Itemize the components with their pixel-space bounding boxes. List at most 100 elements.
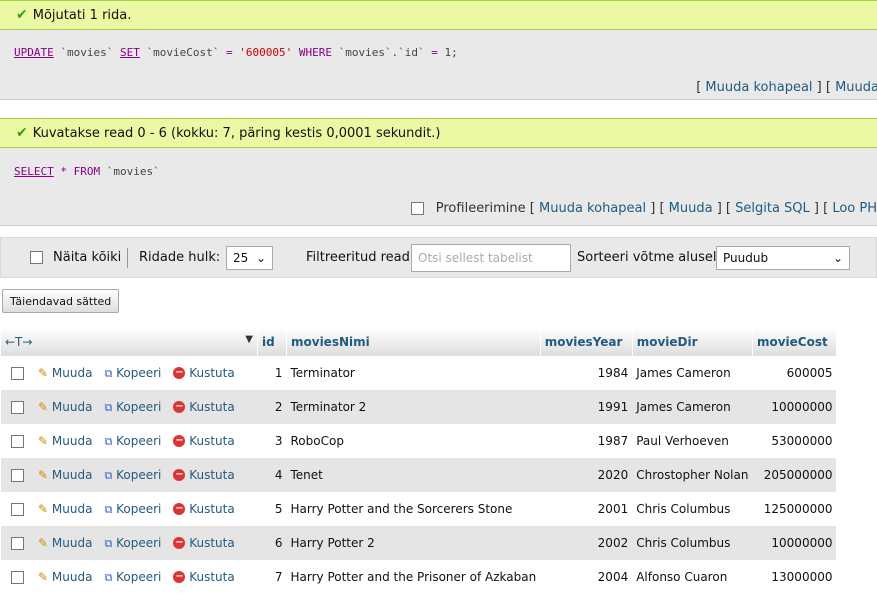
- cell-id[interactable]: 6: [257, 526, 287, 560]
- sort-value: Puudub: [723, 250, 769, 265]
- query-links: [ Muuda kohapeal ] [ Muuda: [696, 80, 877, 95]
- copy-row-link[interactable]: Kopeeri: [116, 400, 161, 414]
- cell-id[interactable]: 5: [257, 492, 287, 526]
- edit-row-link[interactable]: Muuda: [52, 366, 93, 380]
- cell-movieDir[interactable]: Chrostopher Nolan: [632, 458, 753, 492]
- cell-moviesNimi[interactable]: Tenet: [286, 458, 541, 492]
- delete-row-link[interactable]: Kustuta: [189, 400, 235, 414]
- cell-moviesYear[interactable]: 1984: [540, 356, 633, 390]
- show-all-checkbox[interactable]: [30, 251, 43, 264]
- cell-id[interactable]: 4: [257, 458, 287, 492]
- cell-movieDir[interactable]: Chris Columbus: [632, 492, 753, 526]
- edit-row-link[interactable]: Muuda: [52, 502, 93, 516]
- row-actions: ✎ Muuda ⧉ Kopeeri − Kustuta: [1, 424, 258, 458]
- edit-link[interactable]: Muuda: [669, 201, 713, 216]
- sql-identifier: `movies`: [60, 46, 114, 59]
- sql-keyword[interactable]: UPDATE: [14, 46, 54, 59]
- cell-moviesYear[interactable]: 2004: [540, 560, 633, 594]
- copy-row-link[interactable]: Kopeeri: [116, 366, 161, 380]
- copy-icon: ⧉: [104, 536, 113, 550]
- sql-keyword[interactable]: SELECT: [14, 165, 54, 178]
- cell-moviesYear[interactable]: 1991: [540, 390, 633, 424]
- row-checkbox[interactable]: [11, 570, 24, 584]
- row-checkbox[interactable]: [11, 502, 24, 516]
- cell-moviesYear[interactable]: 2001: [540, 492, 633, 526]
- column-header-moviesYear[interactable]: moviesYear: [540, 328, 633, 356]
- cell-moviesNimi[interactable]: Harry Potter 2: [286, 526, 541, 560]
- cell-movieCost[interactable]: 125000000: [752, 492, 837, 526]
- edit-row-link[interactable]: Muuda: [52, 536, 93, 550]
- column-header-movieCost[interactable]: movieCost: [752, 328, 837, 356]
- results-table: ←T→ ▼ id moviesNimi moviesYear movieDir …: [1, 328, 837, 594]
- filter-input[interactable]: Otsi sellest tabelist: [411, 243, 571, 272]
- sort-select[interactable]: Puudub ⌄: [716, 245, 850, 270]
- cell-movieDir[interactable]: James Cameron: [632, 356, 753, 390]
- cell-moviesYear[interactable]: 2002: [540, 526, 633, 560]
- delete-row-link[interactable]: Kustuta: [189, 468, 235, 482]
- show-all-control[interactable]: Näita kõiki: [30, 238, 121, 277]
- column-header-movieDir[interactable]: movieDir: [632, 328, 753, 356]
- sql-keyword[interactable]: SET: [120, 46, 140, 59]
- cell-id[interactable]: 3: [257, 424, 287, 458]
- row-checkbox[interactable]: [11, 434, 24, 448]
- copy-row-link[interactable]: Kopeeri: [116, 434, 161, 448]
- profiling-label: Profileerimine: [435, 201, 526, 216]
- edit-row-link[interactable]: Muuda: [52, 570, 93, 584]
- delete-row-link[interactable]: Kustuta: [189, 366, 235, 380]
- table-row: ✎ Muuda ⧉ Kopeeri − Kustuta 6 Harry Potter 2…: [1, 526, 837, 560]
- row-checkbox[interactable]: [11, 468, 24, 482]
- delete-row-link[interactable]: Kustuta: [189, 536, 235, 550]
- cell-movieCost[interactable]: 10000000: [752, 526, 837, 560]
- cell-id[interactable]: 7: [257, 560, 287, 594]
- edit-link[interactable]: Muuda: [835, 80, 877, 95]
- rows-select[interactable]: 25 ⌄: [226, 245, 273, 270]
- edit-row-link[interactable]: Muuda: [52, 434, 93, 448]
- cell-movieDir[interactable]: Chris Columbus: [632, 526, 753, 560]
- delete-icon: −: [173, 469, 186, 481]
- cell-moviesNimi[interactable]: Terminator: [286, 356, 541, 390]
- extra-options-button[interactable]: Täiendavad sätted: [2, 289, 120, 313]
- cell-movieCost[interactable]: 53000000: [752, 424, 837, 458]
- cell-id[interactable]: 1: [257, 356, 287, 390]
- cell-movieDir[interactable]: Alfonso Cuaron: [632, 560, 753, 594]
- delete-row-link[interactable]: Kustuta: [189, 502, 235, 516]
- success-text: Mõjutati 1 rida.: [32, 7, 132, 23]
- edit-row-link[interactable]: Muuda: [52, 400, 93, 414]
- copy-row-link[interactable]: Kopeeri: [116, 502, 161, 516]
- sql-query-box-2: SELECT * FROM `movies` Profileerimine [ …: [0, 148, 877, 226]
- cell-movieCost[interactable]: 10000000: [752, 390, 837, 424]
- cell-movieDir[interactable]: James Cameron: [632, 390, 753, 424]
- copy-row-link[interactable]: Kopeeri: [116, 570, 161, 584]
- cell-moviesYear[interactable]: 1987: [540, 424, 633, 458]
- edit-row-link[interactable]: Muuda: [52, 468, 93, 482]
- cell-moviesNimi[interactable]: Terminator 2: [286, 390, 541, 424]
- delete-row-link[interactable]: Kustuta: [189, 434, 235, 448]
- cell-moviesNimi[interactable]: Harry Potter and the Sorcerers Stone: [286, 492, 541, 526]
- cell-movieCost[interactable]: 13000000: [752, 560, 837, 594]
- row-checkbox[interactable]: [11, 400, 24, 414]
- delete-icon: −: [173, 401, 186, 413]
- explain-sql-link[interactable]: Selgita SQL: [735, 201, 810, 216]
- column-header-moviesNimi[interactable]: moviesNimi: [286, 328, 541, 356]
- cell-moviesNimi[interactable]: Harry Potter and the Prisoner of Azkaban: [286, 560, 541, 594]
- copy-row-link[interactable]: Kopeeri: [116, 468, 161, 482]
- cell-movieCost[interactable]: 600005: [752, 356, 837, 390]
- edit-inline-link[interactable]: Muuda kohapeal: [539, 201, 646, 216]
- edit-inline-link[interactable]: Muuda kohapeal: [705, 80, 812, 95]
- copy-row-link[interactable]: Kopeeri: [116, 536, 161, 550]
- create-php-link[interactable]: Loo PH: [832, 201, 877, 216]
- column-resize-icon[interactable]: ←T→: [5, 335, 32, 349]
- cell-movieCost[interactable]: 205000000: [752, 458, 837, 492]
- profiling-checkbox[interactable]: [410, 202, 424, 215]
- delete-row-link[interactable]: Kustuta: [189, 570, 235, 584]
- cell-movieDir[interactable]: Paul Verhoeven: [632, 424, 753, 458]
- cell-moviesYear[interactable]: 2020: [540, 458, 633, 492]
- column-header-id[interactable]: id: [257, 328, 287, 356]
- sql-query: UPDATE `movies` SET `movieCost` = '60000…: [0, 46, 458, 59]
- cell-moviesNimi[interactable]: RoboCop: [286, 424, 541, 458]
- row-checkbox[interactable]: [11, 366, 24, 380]
- cell-id[interactable]: 2: [257, 390, 287, 424]
- copy-icon: ⧉: [104, 366, 113, 380]
- row-checkbox[interactable]: [11, 536, 24, 550]
- sort-options-icon[interactable]: ▼: [245, 334, 253, 345]
